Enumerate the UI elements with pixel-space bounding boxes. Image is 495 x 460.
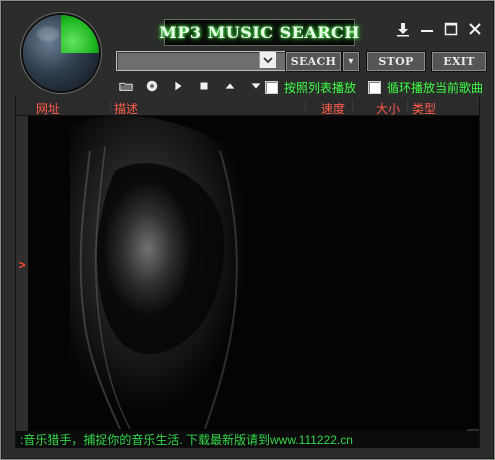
close-button[interactable] (466, 20, 484, 38)
loop-current-toggle[interactable]: 循环播放当前歌曲 (368, 79, 483, 96)
search-dropdown-button[interactable] (259, 52, 276, 68)
chevron-down-icon (263, 57, 273, 64)
search-options-button[interactable]: ▾ (342, 51, 360, 72)
loop-current-label: 循环播放当前歌曲 (387, 81, 484, 95)
app-window: MP3 MUSIC SEARCH SEACH ▾ STOP EXIT 按照列表播… (0, 0, 495, 460)
column-header-description[interactable]: 描述 (114, 100, 138, 117)
maximize-button[interactable] (442, 20, 460, 38)
folder-open-icon (119, 82, 133, 91)
minimize-button[interactable] (418, 20, 436, 38)
play-in-order-toggle[interactable]: 按照列表播放 (265, 79, 356, 96)
playback-controls (116, 78, 272, 94)
loop-current-checkbox[interactable] (368, 81, 381, 94)
status-bar: :音乐猎手，捕捉你的音乐生活. 下载最新版请到www.111222.cn (16, 431, 479, 448)
exit-button[interactable]: EXIT (431, 51, 487, 72)
status-text: :音乐猎手，捕捉你的音乐生活. 下载最新版请到www.111222.cn (20, 433, 353, 447)
list-header: 网址 描述 速度 大小 类型 (16, 97, 479, 116)
title-bar: MP3 MUSIC SEARCH (159, 19, 359, 46)
header-separator (305, 99, 306, 113)
maximize-icon (444, 22, 458, 36)
column-header-url[interactable]: 网址 (36, 100, 60, 117)
stop-icon (200, 82, 208, 90)
minimize-icon (421, 30, 433, 32)
header-separator (110, 99, 111, 113)
download-arrow-icon (397, 23, 409, 37)
close-icon (469, 23, 481, 35)
background-portrait-image (30, 116, 479, 429)
play-in-order-label: 按照列表播放 (284, 81, 357, 95)
stop-play-button[interactable] (194, 78, 214, 94)
stop-button[interactable]: STOP (366, 51, 426, 72)
download-window-button[interactable] (394, 20, 412, 38)
column-header-type[interactable]: 类型 (412, 100, 436, 117)
globe-highlight (37, 27, 59, 41)
left-strip: > (16, 97, 28, 448)
play-button[interactable] (168, 78, 188, 94)
column-header-size[interactable]: 大小 (376, 100, 400, 117)
app-title: MP3 MUSIC SEARCH (159, 23, 360, 42)
window-controls (394, 20, 484, 38)
header-separator (352, 99, 353, 113)
globe-logo (23, 15, 99, 91)
triangle-up-icon (225, 83, 235, 89)
results-list: > < 网址 描述 速度 大小 类型 (15, 97, 480, 448)
search-button[interactable]: SEACH (285, 51, 342, 72)
play-in-order-checkbox[interactable] (265, 81, 278, 94)
left-expand-arrow[interactable]: > (16, 258, 28, 272)
move-down-button[interactable] (246, 78, 266, 94)
media-button[interactable] (142, 78, 162, 94)
header-separator (407, 99, 408, 113)
disc-icon (146, 80, 158, 92)
open-folder-button[interactable] (116, 78, 136, 94)
globe-green-quadrant (61, 15, 99, 53)
triangle-down-icon (251, 83, 261, 89)
move-up-button[interactable] (220, 78, 240, 94)
column-header-speed[interactable]: 速度 (321, 100, 345, 117)
portrait-image (30, 116, 479, 429)
play-icon (175, 81, 182, 91)
